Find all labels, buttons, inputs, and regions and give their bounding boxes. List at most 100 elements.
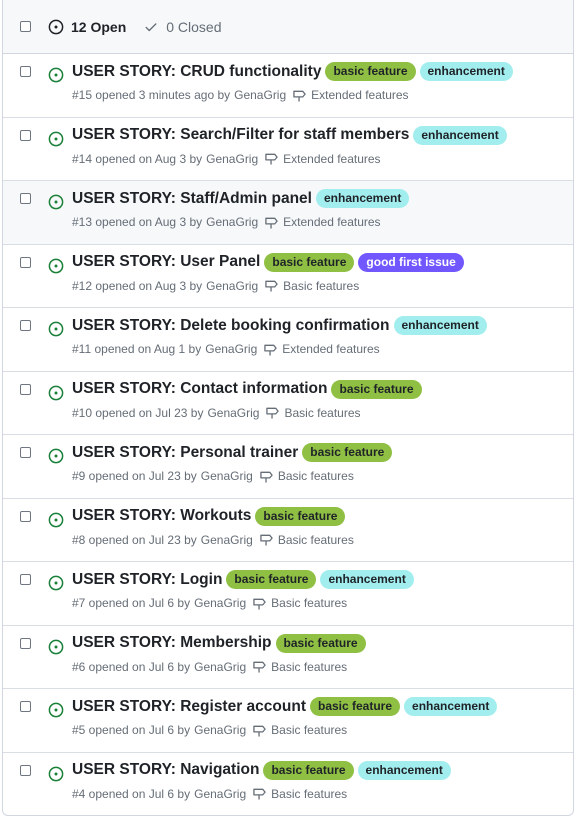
label-basic-feature[interactable]: basic feature [263,760,354,780]
issue-title-link[interactable]: USER STORY: Navigation [72,761,259,779]
milestone-label: Basic features [277,532,354,547]
milestone-label: Basic features [284,405,361,420]
label-enhancement[interactable]: enhancement [393,316,487,335]
issue-checkbox[interactable] [20,574,31,585]
issue-title-link[interactable]: USER STORY: Contact information [72,380,327,398]
author-link[interactable]: GenaGrig [194,723,246,737]
issue-row[interactable]: USER STORY: Workouts basic feature #8 op… [3,499,573,562]
open-issues-toggle[interactable]: 12 Open [48,19,126,35]
milestone-label: Extended features [283,215,381,229]
issue-row[interactable]: USER STORY: Register account basic featu… [3,689,573,753]
issue-row[interactable]: USER STORY: Membership basic feature #6 … [3,626,573,689]
issue-meta-text: #14 opened on Aug 3 by [72,151,203,166]
select-all-checkbox[interactable] [20,21,31,32]
issue-meta-text: #12 opened on Aug 3 by [72,278,203,293]
author-link[interactable]: GenaGrig [234,88,286,102]
issue-checkbox[interactable] [20,383,31,395]
issue-title-link[interactable]: USER STORY: Membership [72,634,272,652]
milestone-link[interactable]: Basic features [252,723,347,737]
milestone-link[interactable]: Basic features [259,469,354,483]
issue-checkbox[interactable] [20,320,31,331]
label-enhancement[interactable]: enhancement [413,125,507,145]
label-basic-feature[interactable]: basic feature [255,506,346,526]
issue-checkbox[interactable] [20,701,31,712]
issue-list: USER STORY: CRUD functionality basic fea… [3,54,573,816]
issue-title-link[interactable]: USER STORY: Delete booking confirmation [72,317,390,335]
issue-open-status-icon [48,258,64,273]
label-basic-feature[interactable]: basic feature [226,570,317,589]
issue-checkbox[interactable] [20,256,31,268]
issue-meta: #14 opened on Aug 3 by GenaGrig Extended… [72,152,381,166]
milestone-link[interactable]: Extended features [264,152,381,166]
author-link[interactable]: GenaGrig [206,279,258,293]
issue-checkbox[interactable] [20,193,31,204]
label-enhancement[interactable]: enhancement [404,697,498,716]
milestone-link[interactable]: Extended features [264,215,381,229]
milestone-link[interactable]: Basic features [252,787,347,801]
label-basic-feature[interactable]: basic feature [325,62,416,81]
issue-open-status-icon [48,639,64,654]
milestone-link[interactable]: Basic features [259,533,354,547]
issue-meta: #12 opened on Aug 3 by GenaGrig Basic fe… [72,279,359,293]
issue-title-link[interactable]: USER STORY: Register account [72,698,306,716]
issue-row[interactable]: USER STORY: Navigation basic feature enha… [3,753,573,816]
issue-checkbox[interactable] [20,510,31,522]
issue-title-link[interactable]: USER STORY: Workouts [72,507,251,525]
issue-row[interactable]: USER STORY: CRUD functionality basic fea… [3,54,573,118]
label-enhancement[interactable]: enhancement [320,570,414,589]
author-link[interactable]: GenaGrig [201,469,253,483]
issue-row[interactable]: USER STORY: Contact information basic fe… [3,372,573,435]
issue-title-link[interactable]: USER STORY: Login [72,571,222,589]
label-good-first-issue[interactable]: good first issue [358,252,464,272]
issue-row[interactable]: USER STORY: User Panel basic feature good… [3,245,573,308]
issue-checkbox[interactable] [20,66,31,77]
milestone-link[interactable]: Basic features [252,596,347,610]
issue-row[interactable]: USER STORY: Personal trainer basic featu… [3,435,573,499]
label-basic-feature[interactable]: basic feature [309,697,401,716]
issue-meta-text: #15 opened 3 minutes ago by [72,88,231,102]
issue-row[interactable]: USER STORY: Search/Filter for staff memb… [3,118,573,181]
issue-checkbox[interactable] [20,129,31,141]
author-link[interactable]: GenaGrig [194,787,246,801]
label-enhancement[interactable]: enhancement [419,62,513,81]
milestone-link[interactable]: Basic features [265,405,361,420]
author-link[interactable]: GenaGrig [201,533,253,547]
author-link[interactable]: GenaGrig [194,660,246,674]
milestone-link[interactable]: Basic features [252,660,347,674]
label-enhancement[interactable]: enhancement [316,189,410,208]
label-basic-feature[interactable]: basic feature [302,443,393,462]
label-enhancement[interactable]: enhancement [357,760,451,780]
author-link[interactable]: GenaGrig [207,406,259,420]
milestone-link[interactable]: Basic features [264,279,359,293]
issue-checkbox[interactable] [20,447,31,458]
milestone-label: Basic features [283,278,360,293]
issue-meta-text: #8 opened on Jul 23 by [72,532,197,547]
milestone-label: Basic features [271,723,348,737]
author-link[interactable]: GenaGrig [205,342,257,356]
milestone-link[interactable]: Extended features [292,88,409,102]
milestone-icon [293,90,306,102]
issue-row[interactable]: USER STORY: Staff/Admin panel enhancemen… [3,181,573,245]
issue-title-link[interactable]: USER STORY: Staff/Admin panel [72,190,312,208]
check-icon [145,22,157,31]
issues-list-header: 12 Open 0 Closed [3,0,573,54]
label-basic-feature[interactable]: basic feature [331,379,422,399]
milestone-link[interactable]: Extended features [263,342,380,356]
issue-row[interactable]: USER STORY: Delete booking confirmation … [3,308,573,372]
issue-checkbox[interactable] [20,637,31,649]
issue-open-status-icon [48,702,64,718]
issue-open-status-icon [48,321,64,337]
issue-title-link[interactable]: USER STORY: User Panel [72,253,260,271]
milestone-icon [260,471,273,483]
closed-issues-toggle[interactable]: 0 Closed [144,19,222,35]
issue-checkbox[interactable] [20,764,31,776]
label-basic-feature[interactable]: basic feature [275,633,366,653]
issue-title-link[interactable]: USER STORY: Personal trainer [72,444,298,462]
label-basic-feature[interactable]: basic feature [264,252,355,272]
author-link[interactable]: GenaGrig [194,596,246,610]
issue-title-link[interactable]: USER STORY: Search/Filter for staff memb… [72,126,409,144]
author-link[interactable]: GenaGrig [206,215,258,229]
issue-title-link[interactable]: USER STORY: CRUD functionality [72,63,321,81]
issue-row[interactable]: USER STORY: Login basic feature enhanceme… [3,562,573,626]
author-link[interactable]: GenaGrig [206,152,258,166]
